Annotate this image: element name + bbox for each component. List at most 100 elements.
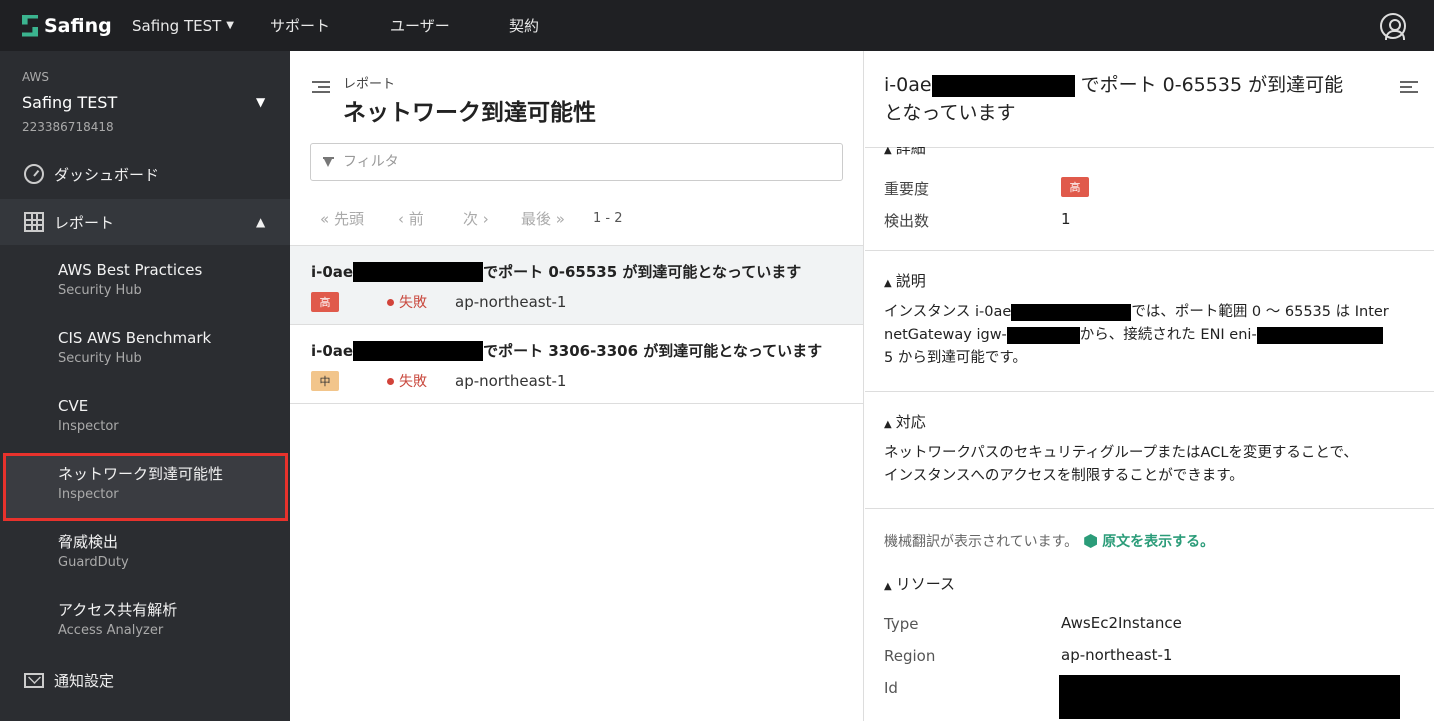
sidebar-item-reports[interactable]: レポート ▲ <box>0 199 290 245</box>
breadcrumb[interactable]: レポート <box>343 73 395 92</box>
chevron-down-icon: ▼ <box>226 20 234 31</box>
sidebar-subitem-cis-benchmark[interactable]: CIS AWS Benchmark Security Hub <box>0 317 290 385</box>
machine-translation-note: 機械翻訳が表示されています。 原文を表示する。 <box>884 531 1214 551</box>
detail-title: i-0ae でポート 0-65535 が到達可能 となっています <box>884 71 1374 127</box>
account-provider: AWS <box>22 70 50 84</box>
status-failed: 失敗 <box>387 292 455 312</box>
filter-box[interactable] <box>310 143 843 181</box>
sidebar-item-notifications[interactable]: 通知設定 <box>0 657 290 703</box>
detail-title-prefix: i-0ae <box>884 74 932 96</box>
sidebar-subitem-network-reachability[interactable]: ネットワーク到達可能性 Inspector <box>3 453 288 521</box>
finding-row[interactable]: i-0ae でポート 0-65535 が到達可能となっています 高 失敗 ap-n… <box>290 245 863 324</box>
resp-text: インスタンスへのアクセスを制限することができます。 <box>884 468 1244 484</box>
sidebar: AWS Safing TEST ▼ 223386718418 ダッシュボード レ… <box>0 51 290 721</box>
mt-note-text: 機械翻訳が表示されています。 <box>884 534 1079 550</box>
detail-title-text: でポート 0-65535 が到達可能 <box>1080 74 1344 96</box>
sidebar-subitem-threat-detection[interactable]: 脅威検出 GuardDuty <box>0 521 290 589</box>
account-selector[interactable]: Safing TEST <box>22 93 117 112</box>
redacted-resource-id <box>1059 675 1400 719</box>
finding-title-text: でポート 0-65535 が到達可能となっています <box>483 263 802 281</box>
show-original-link[interactable]: 原文を表示する。 <box>1084 531 1214 551</box>
subitem-source: Inspector <box>58 419 119 434</box>
mt-link-text: 原文を表示する。 <box>1102 534 1215 550</box>
count-value: 1 <box>1061 210 1071 228</box>
resource-region-label: Region <box>884 647 936 665</box>
resource-type-label: Type <box>884 615 919 633</box>
prev-page-button[interactable]: ‹ 前 <box>398 208 463 229</box>
sidebar-item-label: 通知設定 <box>54 671 115 690</box>
nav-users[interactable]: ユーザー <box>390 15 509 36</box>
collapse-detail-icon[interactable] <box>1400 80 1418 94</box>
section-title: 説明 <box>895 272 926 290</box>
status-dot-icon <box>387 377 394 385</box>
subitem-source: Security Hub <box>58 351 142 366</box>
finding-title: i-0ae でポート 0-65535 が到達可能となっています <box>311 261 863 282</box>
next-page-button[interactable]: 次 › <box>463 208 521 229</box>
list-divider <box>290 403 863 404</box>
sidebar-item-dashboard[interactable]: ダッシュボード <box>0 151 290 197</box>
status-dot-icon <box>387 298 394 306</box>
nav-support[interactable]: サポート <box>270 15 390 36</box>
subitem-source: GuardDuty <box>58 555 129 570</box>
redacted-block <box>1006 326 1080 344</box>
sidebar-subitem-cve[interactable]: CVE Inspector <box>0 385 290 453</box>
status-text: 失敗 <box>399 374 427 390</box>
sidebar-subitem-aws-best-practices[interactable]: AWS Best Practices Security Hub <box>0 249 290 317</box>
redacted-block <box>931 74 1075 97</box>
section-title: 対応 <box>895 413 926 431</box>
redacted-block <box>1011 303 1132 321</box>
grid-icon <box>24 212 44 232</box>
tenant-selector[interactable]: Safing TEST ▼ <box>132 17 270 35</box>
user-circle-icon[interactable] <box>1380 13 1406 40</box>
logo-text: Safing <box>44 14 112 37</box>
subitem-source: Security Hub <box>58 283 142 298</box>
severity-value: 高 <box>1061 177 1089 197</box>
desc-text: インスタンス i-0ae <box>884 304 1012 320</box>
finding-row[interactable]: i-0ae でポート 3306-3306 が到達可能となっています 中 失敗 ap… <box>290 324 863 403</box>
first-page-button[interactable]: « 先頭 <box>320 208 398 229</box>
section-description-toggle[interactable]: ▲ 説明 <box>884 270 926 291</box>
findings-list-panel: レポート ネットワーク到達可能性 « 先頭 ‹ 前 次 › 最後 » 1 - 2… <box>290 51 864 721</box>
subitem-source: Access Analyzer <box>58 623 164 638</box>
section-details-toggle[interactable]: ▲ 詳細 <box>884 139 926 158</box>
status-failed: 失敗 <box>387 371 455 391</box>
section-title: 詳細 <box>895 139 926 157</box>
subitem-title: 脅威検出 <box>58 533 119 551</box>
resource-region-value: ap-northeast-1 <box>1061 646 1173 664</box>
sidebar-item-label: レポート <box>54 213 115 232</box>
section-divider <box>865 391 1434 392</box>
finding-id-prefix: i-0ae <box>311 341 354 360</box>
last-page-button[interactable]: 最後 » <box>521 208 593 229</box>
collapse-sidebar-icon[interactable] <box>312 80 330 94</box>
subitem-title: AWS Best Practices <box>58 261 203 279</box>
desc-text: から、接続された ENI eni- <box>1079 327 1257 343</box>
chevron-down-icon[interactable]: ▼ <box>256 95 265 109</box>
finding-region: ap-northeast-1 <box>455 372 567 390</box>
subitem-title: アクセス共有解析 <box>58 601 178 619</box>
resource-type-value: AwsEc2Instance <box>1061 614 1182 632</box>
sidebar-subitem-access-analyzer[interactable]: アクセス共有解析 Access Analyzer <box>0 589 290 657</box>
subitem-source: Inspector <box>58 487 119 502</box>
top-navigation-bar: Safing Safing TEST ▼ サポート ユーザー 契約 <box>0 0 1434 51</box>
filter-input[interactable] <box>343 154 823 170</box>
severity-badge: 高 <box>311 292 339 312</box>
safing-logo[interactable]: Safing <box>22 14 132 38</box>
count-label: 検出数 <box>884 212 930 230</box>
translate-icon <box>1084 534 1098 548</box>
desc-text: netGateway igw- <box>884 327 1007 343</box>
caret-up-icon: ▲ <box>884 419 892 430</box>
redacted-block <box>353 340 484 361</box>
caret-up-icon: ▲ <box>884 581 892 592</box>
response-text: ネットワークパスのセキュリティグループまたはACLを変更することで、 インスタン… <box>884 442 1424 488</box>
dashboard-gauge-icon <box>24 164 44 184</box>
section-divider <box>865 250 1434 251</box>
description-text: インスタンス i-0ae では、ポート範囲 0 〜 65535 は Inter n… <box>884 301 1424 370</box>
redacted-block <box>353 261 484 282</box>
section-response-toggle[interactable]: ▲ 対応 <box>884 411 926 432</box>
resp-text: ネットワークパスのセキュリティグループまたはACLを変更することで、 <box>884 445 1358 461</box>
section-resources-toggle[interactable]: ▲ リソース <box>884 573 955 594</box>
filter-icon <box>323 156 334 168</box>
nav-contract[interactable]: 契約 <box>509 15 539 36</box>
chevron-up-icon: ▲ <box>256 215 266 229</box>
safing-logo-icon <box>22 14 38 38</box>
